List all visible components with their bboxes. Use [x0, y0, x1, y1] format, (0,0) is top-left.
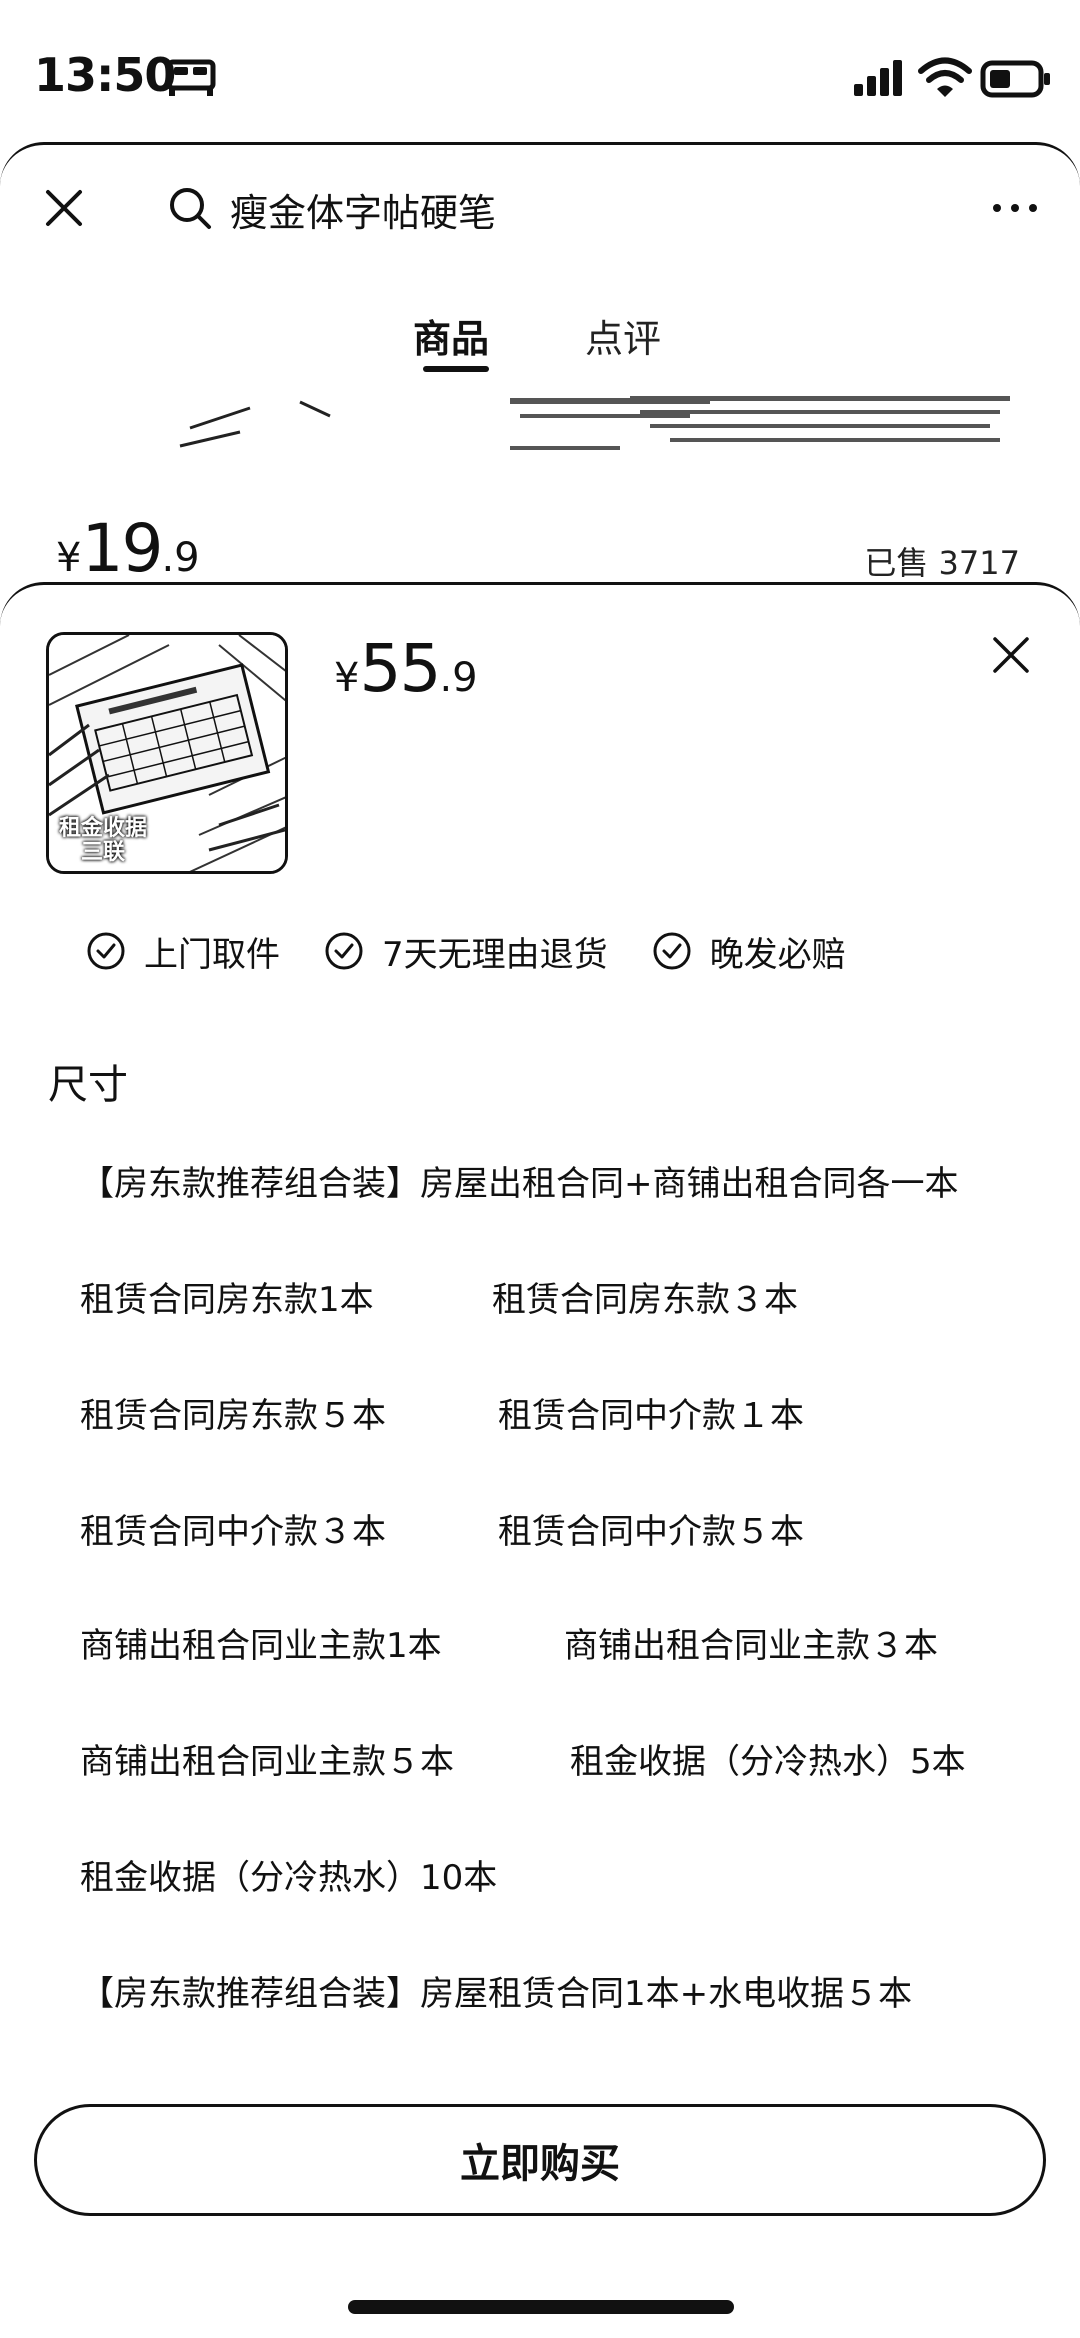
- size-option[interactable]: 商铺出租合同业主款1本: [80, 1618, 442, 1667]
- close-sheet-icon[interactable]: [990, 634, 1032, 676]
- sheet-price-currency: ¥: [334, 655, 360, 701]
- product-thumbnail[interactable]: 租金收据 三联: [46, 632, 288, 874]
- more-icon[interactable]: [990, 196, 1040, 220]
- listing-price: ¥19.9: [56, 510, 200, 587]
- status-bar: 13:50: [0, 0, 1080, 140]
- tab-products[interactable]: 商品: [413, 308, 489, 363]
- check-circle-icon: [653, 932, 691, 970]
- size-option[interactable]: 【房东款推荐组合装】房屋出租合同+商铺出租合同各一本: [80, 1156, 959, 1205]
- wifi-icon: [918, 57, 972, 97]
- listing-price-decimal: .9: [161, 535, 200, 581]
- guarantee-label: 晚发必赔: [709, 934, 846, 975]
- size-option[interactable]: 【房东款推荐组合装】房屋租赁合同1本+水电收据５本: [80, 1966, 912, 2015]
- size-option[interactable]: 租赁合同中介款１本: [498, 1388, 804, 1437]
- battery-icon: [980, 60, 1050, 98]
- listing-price-integer: 19: [81, 510, 163, 587]
- size-option[interactable]: 租赁合同中介款３本: [80, 1504, 386, 1553]
- size-option[interactable]: 商铺出租合同业主款３本: [564, 1618, 938, 1667]
- size-option[interactable]: 租赁合同中介款５本: [498, 1504, 804, 1553]
- product-image-strip: [179, 396, 1010, 450]
- guarantee-item: 7天无理由退货: [324, 927, 608, 976]
- check-circle-icon: [325, 932, 363, 970]
- status-time: 13:50: [34, 48, 176, 102]
- size-option[interactable]: 租赁合同房东款３本: [492, 1272, 798, 1321]
- thumbnail-caption: 租金收据 三联: [58, 816, 147, 865]
- service-guarantees: 上门取件 7天无理由退货 晚发必赔: [86, 926, 890, 976]
- size-option[interactable]: 租金收据（分冷热水）10本: [80, 1850, 497, 1899]
- guarantee-item: 晚发必赔: [652, 927, 846, 976]
- signal-icon: [854, 60, 902, 96]
- sheet-price-decimal: .9: [439, 655, 478, 701]
- listing-price-currency: ¥: [56, 535, 82, 581]
- buy-now-button[interactable]: 立即购买: [34, 2104, 1046, 2216]
- search-icon[interactable]: [166, 184, 214, 232]
- sheet-price-integer: 55: [359, 630, 441, 707]
- size-option[interactable]: 租赁合同房东款５本: [80, 1388, 386, 1437]
- sheet-price: ¥55.9: [334, 630, 478, 707]
- size-option[interactable]: 商铺出租合同业主款５本: [80, 1734, 454, 1783]
- screen: 13:50 瘦金体字帖硬笔 商品 点评 ¥19.9 已售 3717 租金收据 三…: [0, 0, 1080, 2338]
- size-option[interactable]: 租金收据（分冷热水）5本: [570, 1734, 966, 1783]
- bed-icon: [166, 59, 216, 96]
- guarantee-label: 7天无理由退货: [382, 934, 608, 975]
- tab-reviews[interactable]: 点评: [585, 308, 661, 363]
- size-option[interactable]: 租赁合同房东款1本: [80, 1272, 374, 1321]
- tab-active-indicator: [423, 366, 489, 372]
- home-indicator[interactable]: [348, 2300, 734, 2314]
- guarantee-label: 上门取件: [144, 934, 280, 975]
- guarantee-item: 上门取件: [86, 927, 280, 976]
- size-section-title: 尺寸: [48, 1062, 128, 1108]
- close-icon[interactable]: [40, 184, 88, 232]
- check-circle-icon: [87, 932, 125, 970]
- search-query[interactable]: 瘦金体字帖硬笔: [230, 182, 496, 237]
- sold-count: 已售 3717: [864, 544, 1020, 582]
